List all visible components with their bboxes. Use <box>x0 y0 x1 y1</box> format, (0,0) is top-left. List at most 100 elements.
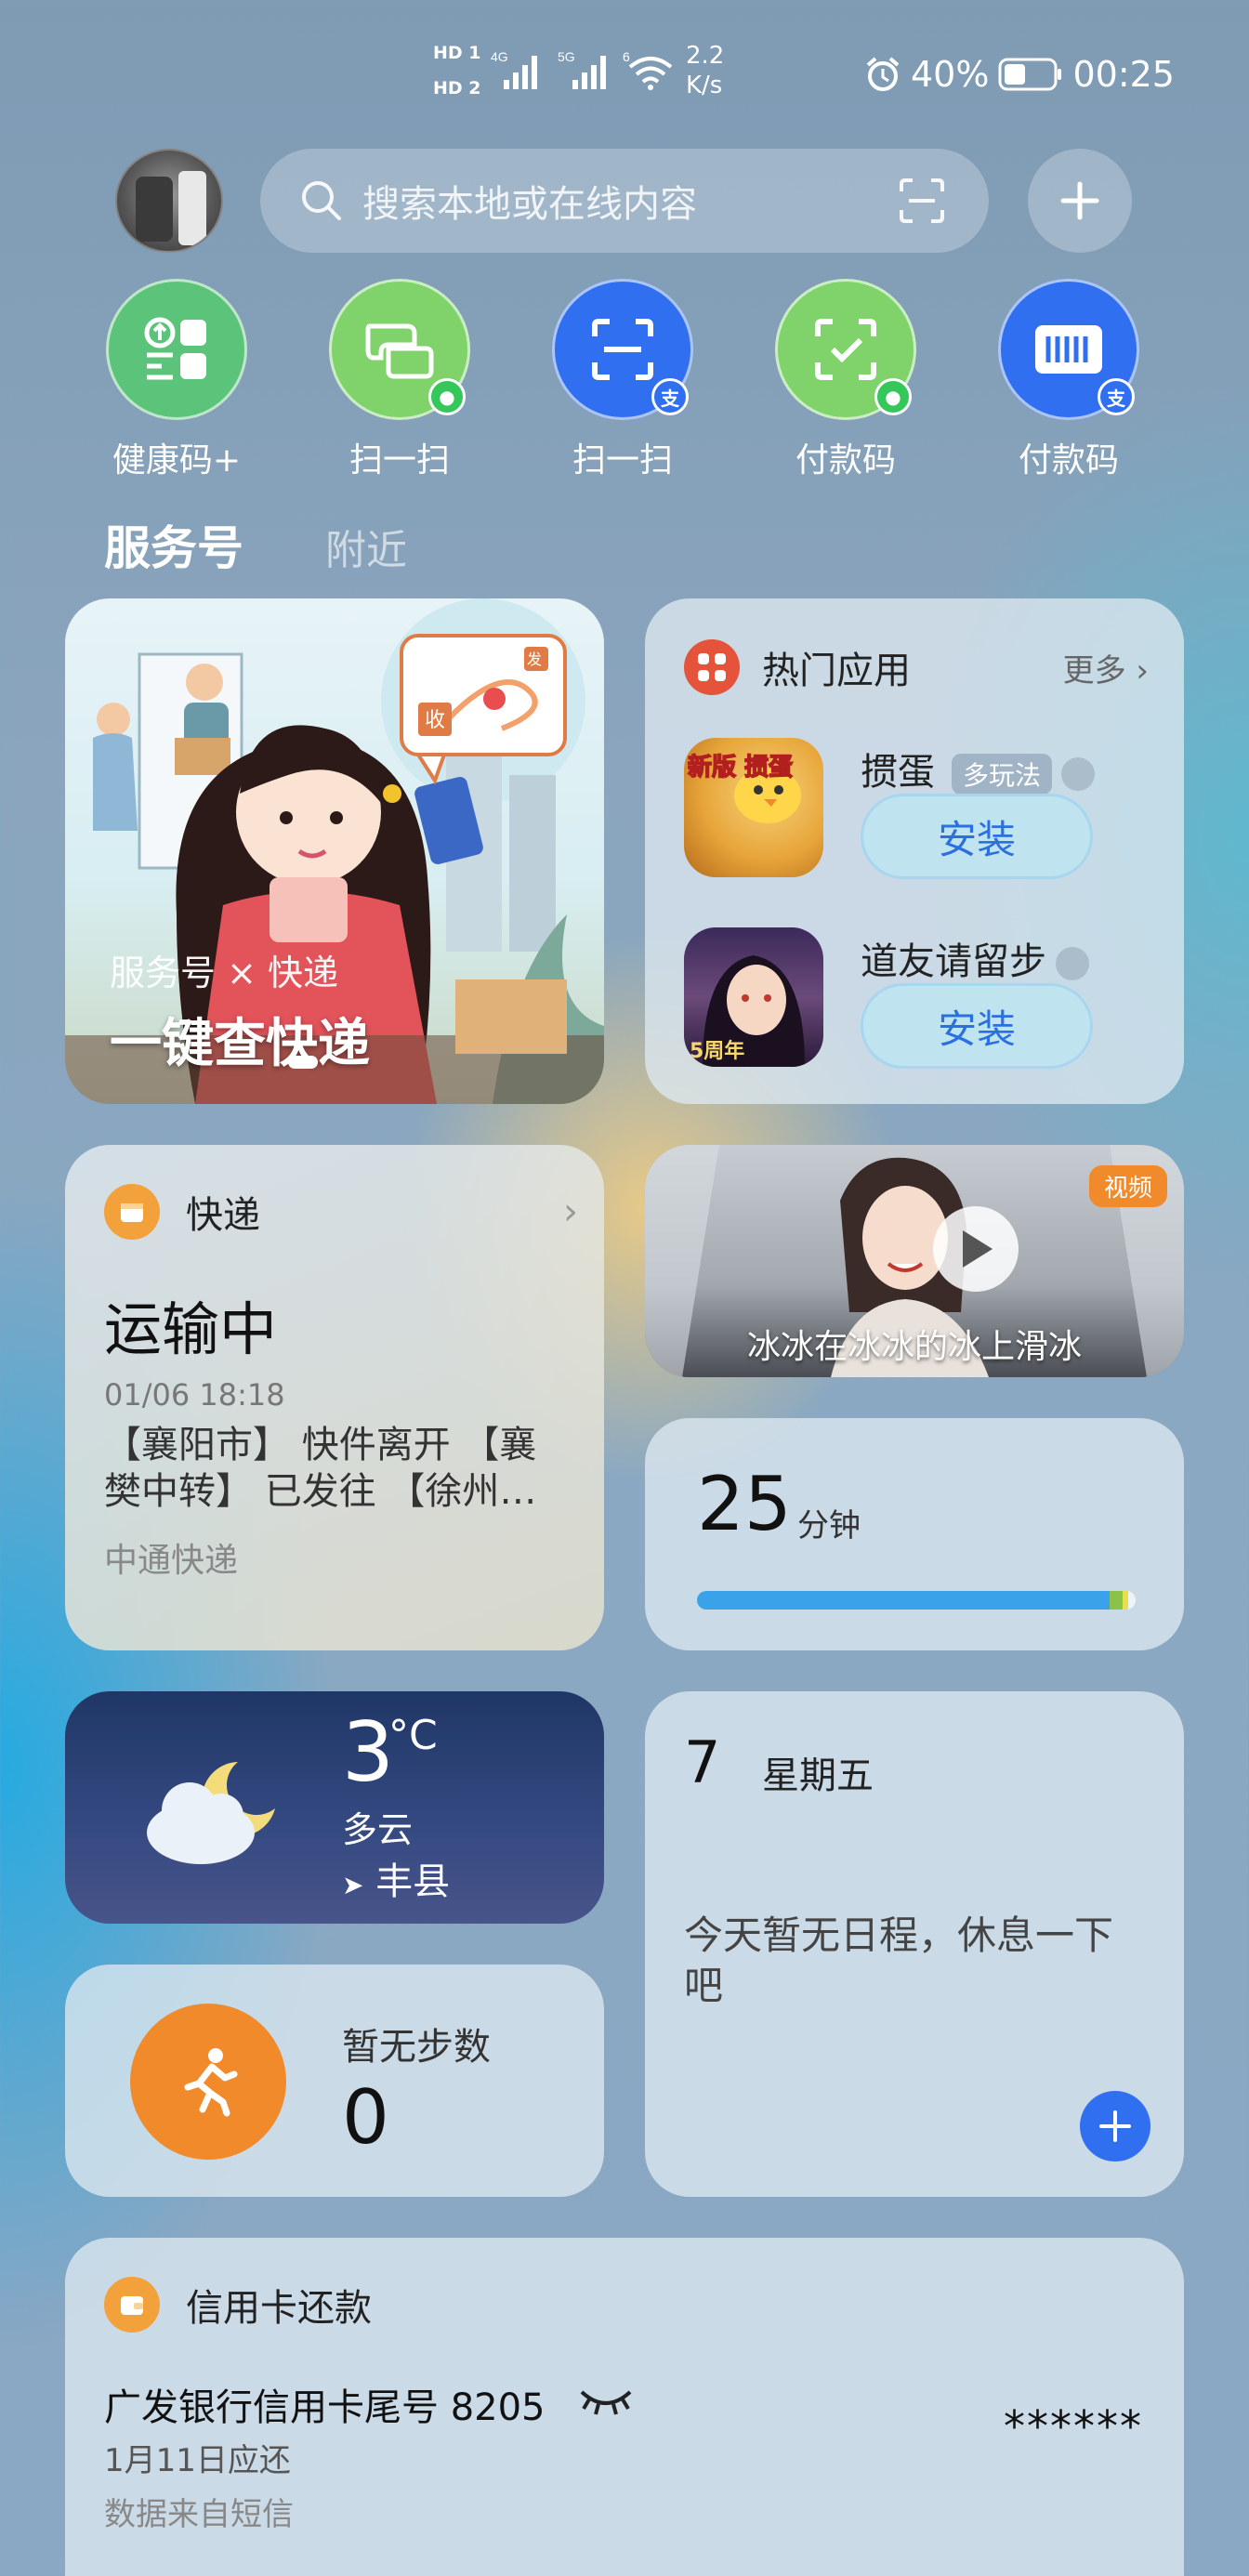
quick-action-label: 扫一扫 <box>572 441 673 480</box>
app-item[interactable]: 新版 掼蛋 掼蛋 多玩法 安装 <box>684 738 1167 883</box>
tab-nearby[interactable]: 附近 <box>325 517 407 576</box>
temperature: 3 <box>342 1704 394 1800</box>
add-button[interactable] <box>1028 149 1132 253</box>
signal-icon-sim2: 5G <box>558 49 606 89</box>
credit-card-repayment-card[interactable]: 信用卡还款 广发银行信用卡尾号 8205 1月11日应还 数据来自短信 ****… <box>65 2238 1184 2576</box>
app-icon-daoyou: 5周年 <box>684 927 823 1067</box>
app-tag: 多玩法 <box>952 754 1053 795</box>
screen-time-unit: 分钟 <box>797 1507 861 1544</box>
app-name: 掼蛋 <box>861 751 935 794</box>
wifi-icon: 6 <box>623 49 673 90</box>
add-event-button[interactable] <box>1080 2091 1150 2162</box>
banner-send-sign: 发 <box>527 651 542 668</box>
wechat-pay-icon: ● <box>775 279 916 420</box>
signal-icon-sim1: 4G <box>491 49 537 89</box>
credit-card-due-date: 1月11日应还 <box>104 2442 291 2479</box>
health-code-icon <box>106 279 247 420</box>
calendar-day: 7 <box>684 1728 721 1796</box>
net2-label: 5G <box>558 49 575 64</box>
download-icon <box>1056 947 1089 980</box>
quick-action-health-code[interactable]: 健康码+ <box>93 279 260 483</box>
network-speed: 2.2 K/s <box>686 41 742 100</box>
alipay-pay-icon: 支 <box>998 279 1139 420</box>
sim-indicators: HD 1 HD 2 <box>433 41 483 106</box>
screen-time-bar <box>697 1591 1136 1610</box>
avatar[interactable] <box>115 149 223 253</box>
search-placeholder: 搜索本地或在线内容 <box>362 183 697 226</box>
net1-label: 4G <box>491 49 508 64</box>
quick-action-alipay-scan[interactable]: 支 扫一扫 <box>539 279 706 483</box>
play-button[interactable] <box>933 1206 1019 1292</box>
express-company: 中通快递 <box>104 1542 239 1580</box>
sim2-hd-label: HD 2 <box>433 78 481 99</box>
hot-apps-header: 热门应用 更多 › <box>684 639 1149 695</box>
quick-action-wechat-scan[interactable]: ● 扫一扫 <box>316 279 483 483</box>
alipay-scan-icon: 支 <box>552 279 693 420</box>
app-art-text-guandan: 新版 掼蛋 <box>688 753 793 782</box>
alipay-badge-icon: 支 <box>1098 378 1135 415</box>
wechat-scan-icon: ● <box>329 279 470 420</box>
status-bar: HD 1 HD 2 4G 5G 6 2.2 K/s 40% 00:25 <box>0 0 1249 139</box>
quick-action-label: 付款码 <box>795 441 896 480</box>
calendar-weekday: 星期五 <box>762 1755 874 1797</box>
eye-closed-icon[interactable] <box>578 2383 634 2420</box>
app-item[interactable]: 5周年 道友请留步 安装 <box>684 927 1167 1072</box>
install-button[interactable]: 安装 <box>861 794 1093 879</box>
express-banner[interactable]: 收 发 服务号 × 快递 一键查快递 <box>65 598 604 1104</box>
speed-value: 2.2 <box>686 42 725 70</box>
credit-card-source: 数据来自短信 <box>104 2496 294 2533</box>
video-badge: 视频 <box>1088 1165 1167 1207</box>
alipay-badge-icon: 支 <box>651 378 689 415</box>
weather-condition: 多云 <box>342 1809 414 1850</box>
search-bar[interactable]: 搜索本地或在线内容 <box>260 149 989 253</box>
search-icon <box>302 181 341 220</box>
app-art-text-daoyou: 5周年 <box>690 1039 744 1063</box>
clock: 00:25 <box>1072 54 1175 95</box>
play-icon <box>963 1230 993 1268</box>
battery-percent: 40% <box>911 54 990 95</box>
video-caption: 冰冰在冰冰的冰上滑冰 <box>746 1328 1082 1366</box>
hot-apps-card: 热门应用 更多 › 新版 掼蛋 掼蛋 多玩法 安装 5周年 道友请留步 安装 <box>645 598 1184 1104</box>
alarm-icon <box>866 57 900 91</box>
temperature-unit: °C <box>388 1712 438 1759</box>
running-person-icon <box>130 2004 286 2160</box>
banner-receive-sign: 收 <box>425 709 445 732</box>
chevron-right-icon: › <box>563 1190 578 1233</box>
calendar-empty-message: 今天暂无日程，休息一下吧 <box>684 1912 1114 2008</box>
weather-card[interactable]: 3 °C 多云 ➤ 丰县 <box>65 1691 604 1924</box>
quick-action-alipay-pay[interactable]: 支 付款码 <box>985 279 1152 483</box>
express-status: 运输中 <box>104 1295 278 1363</box>
quick-action-wechat-pay[interactable]: ● 付款码 <box>762 279 929 483</box>
status-right: 40% 00:25 <box>864 46 1175 102</box>
screen-time-card[interactable]: 25 分钟 <box>645 1418 1184 1650</box>
calendar-card[interactable]: 7 星期五 今天暂无日程，休息一下吧 <box>645 1691 1184 2197</box>
scan-icon[interactable] <box>898 177 946 225</box>
credit-card-amount: ****** <box>1004 2401 1143 2451</box>
carousel-indicator <box>288 1056 318 1069</box>
location-name: 丰县 <box>375 1860 451 1903</box>
steps-card[interactable]: 暂无步数 0 <box>65 1965 604 2197</box>
app-icon-guandan: 新版 掼蛋 <box>684 738 823 877</box>
quick-action-label: 扫一扫 <box>348 441 450 480</box>
chevron-right-icon: › <box>1136 651 1149 690</box>
install-button[interactable]: 安装 <box>861 983 1093 1069</box>
partly-cloudy-night-icon <box>147 1762 275 1864</box>
credit-card-title: 信用卡还款 <box>186 2287 372 2330</box>
steps-count: 0 <box>342 2074 389 2161</box>
video-card[interactable]: 视频 冰冰在冰冰的冰上滑冰 <box>645 1145 1184 1377</box>
banner-caption: 服务号 × 快递 <box>110 953 338 993</box>
tab-service[interactable]: 服务号 <box>104 511 243 578</box>
weather-location: ➤ 丰县 <box>342 1851 450 1905</box>
screen-time-bar-fill <box>697 1591 1110 1610</box>
app-name: 道友请留步 <box>861 940 1046 983</box>
quick-action-label: 健康码+ <box>112 441 242 480</box>
speed-unit: K/s <box>686 72 723 99</box>
express-card[interactable]: 快递 › 运输中 01/06 18:18 【襄阳市】 快件离开 【襄樊中转】 已… <box>65 1145 604 1650</box>
package-icon <box>104 1184 160 1240</box>
credit-card-header: 信用卡还款 <box>104 2277 372 2333</box>
location-arrow-icon: ➤ <box>342 1870 364 1900</box>
battery-icon <box>998 58 1062 91</box>
more-link[interactable]: 更多 › <box>1063 645 1149 690</box>
more-label: 更多 <box>1062 651 1126 690</box>
quick-action-label: 付款码 <box>1018 441 1119 480</box>
